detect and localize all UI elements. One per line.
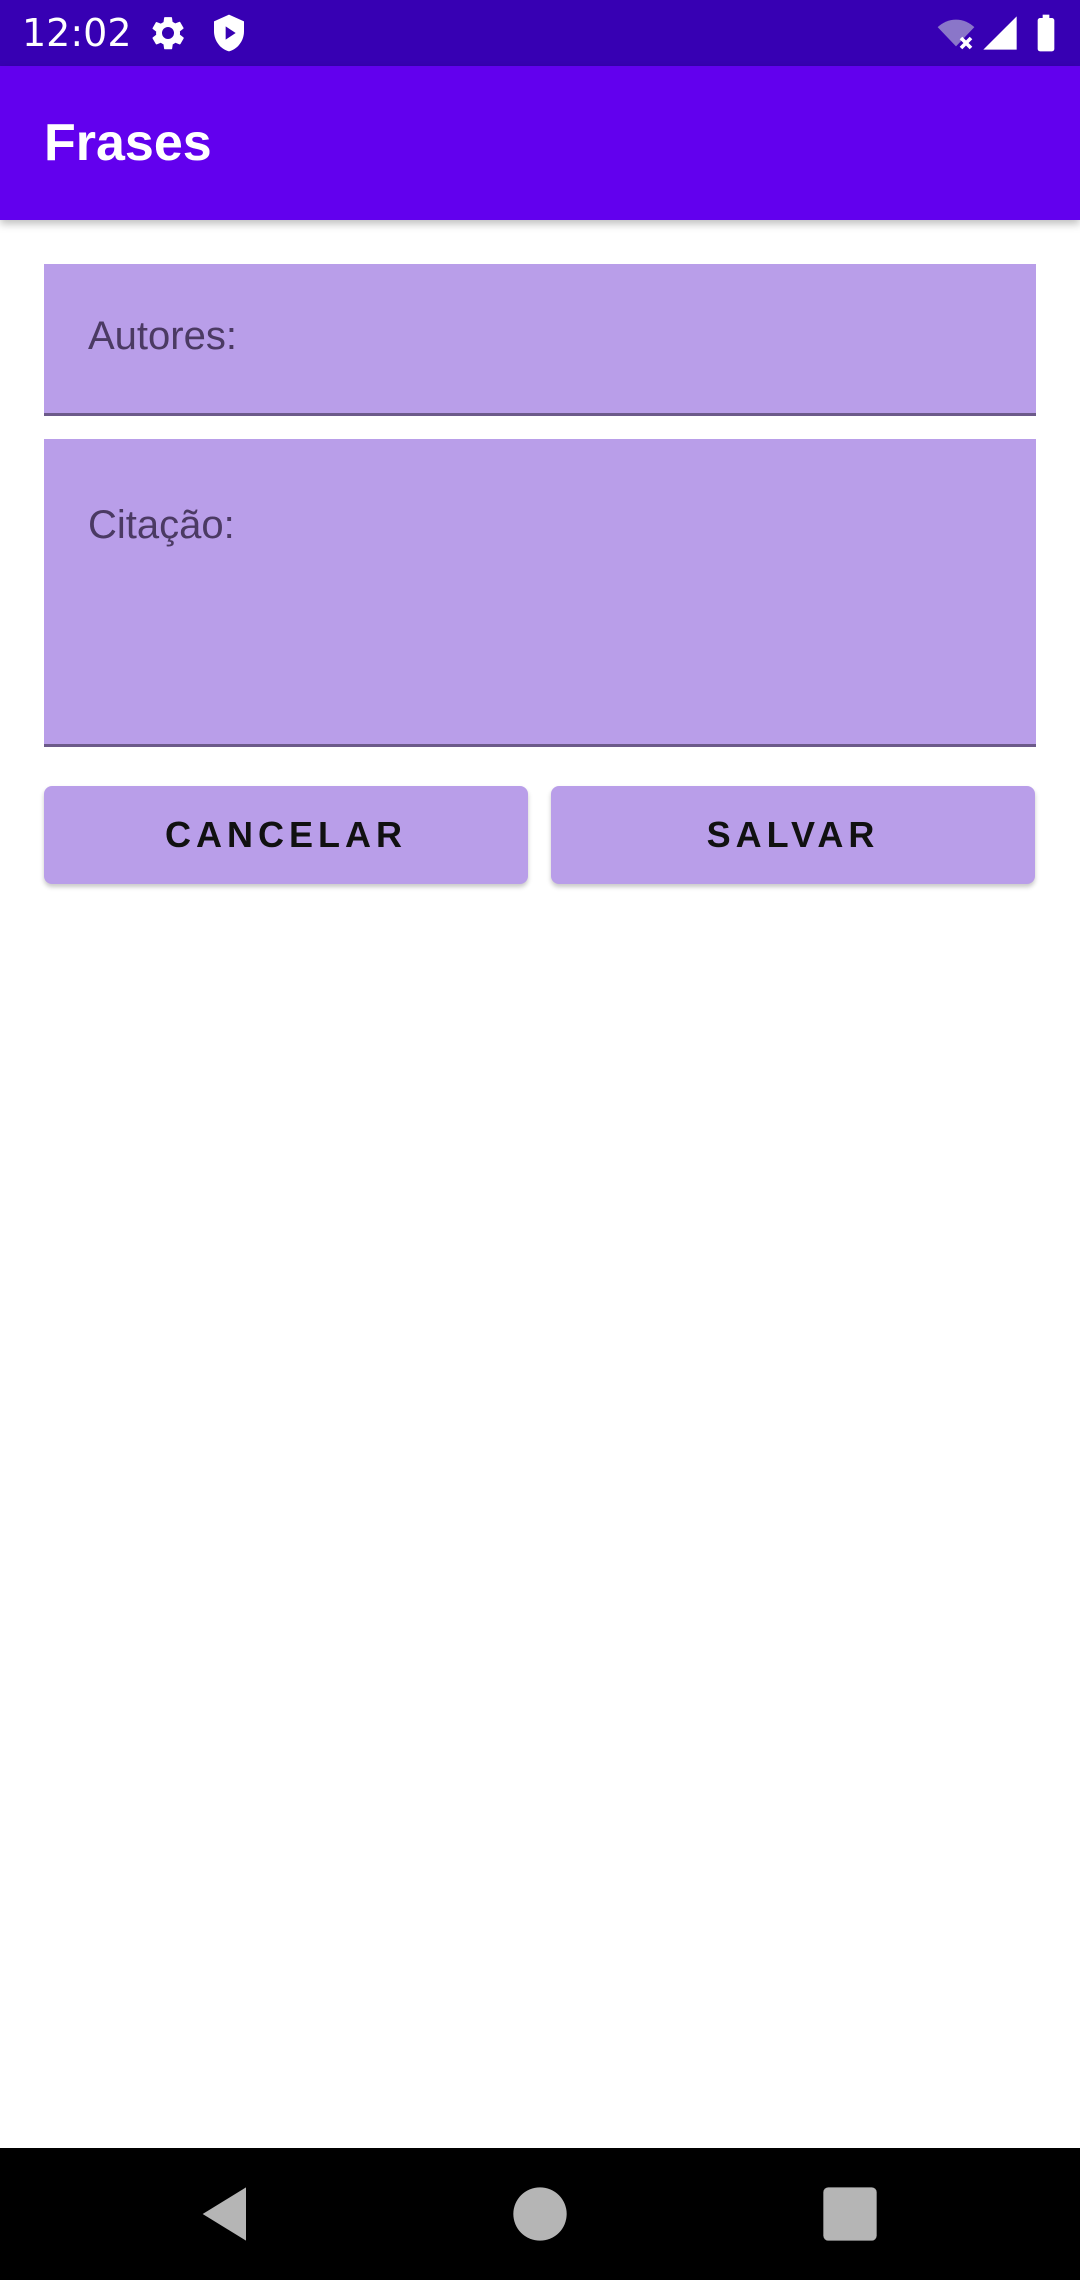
status-bar: 12:02 <box>0 0 1080 66</box>
quote-field-placeholder: Citação: <box>88 503 235 547</box>
back-icon[interactable] <box>186 2174 266 2254</box>
recents-icon[interactable] <box>810 2174 890 2254</box>
home-icon[interactable] <box>500 2174 580 2254</box>
authors-field[interactable]: Autores: <box>44 264 1036 416</box>
quote-field[interactable]: Citação: <box>44 439 1036 747</box>
shield-play-icon <box>214 14 244 52</box>
settings-icon <box>152 17 184 50</box>
wifi-off-icon <box>937 19 975 50</box>
status-time: 12:02 <box>22 11 132 55</box>
authors-field-placeholder: Autores: <box>88 314 237 358</box>
battery-icon <box>1037 14 1055 52</box>
page-title: Frases <box>44 114 212 172</box>
app-bar: Frases <box>0 66 1080 220</box>
cancel-button[interactable]: CANCELAR <box>44 786 528 884</box>
signal-icon <box>983 16 1017 50</box>
navigation-bar <box>0 2148 1080 2280</box>
save-button[interactable]: SALVAR <box>551 786 1035 884</box>
